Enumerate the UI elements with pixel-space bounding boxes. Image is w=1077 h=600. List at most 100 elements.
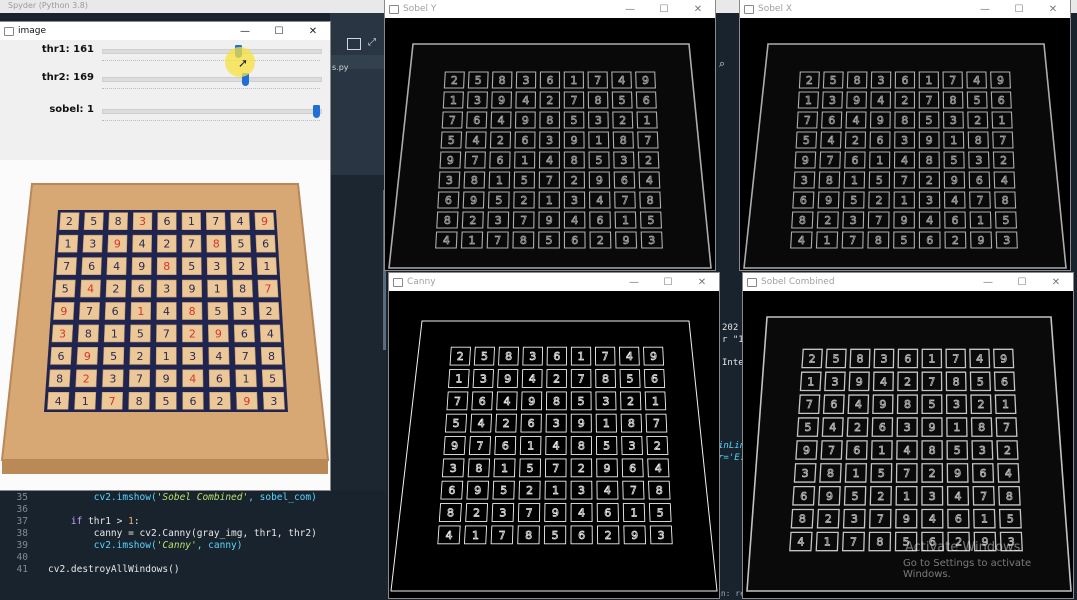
digit-edge: 1 [469, 234, 476, 247]
activate-windows-subtitle: Go to Settings to activate Windows. [903, 558, 1032, 580]
sudoku-digit: 4 [267, 327, 274, 340]
digit-edge: 2 [497, 134, 504, 147]
digit-edge: 4 [472, 134, 479, 147]
digit-edge: 3 [629, 440, 636, 453]
trackbar-ticks [102, 120, 320, 123]
close-button[interactable]: ✕ [1036, 0, 1070, 18]
close-button[interactable]: ✕ [685, 273, 719, 291]
digit-edge: 8 [471, 174, 478, 187]
trackbar-track[interactable] [102, 77, 322, 82]
sobel-y-window-titlebar[interactable]: Sobel Y — ☐ ✕ [385, 0, 715, 18]
sudoku-digit: 6 [163, 215, 170, 228]
digit-edge: 1 [652, 395, 659, 408]
close-button[interactable]: ✕ [1039, 273, 1073, 291]
digit-edge: 7 [901, 174, 908, 187]
maximize-button[interactable]: ☐ [1005, 273, 1039, 291]
trackbar-thumb[interactable] [313, 105, 320, 118]
digit-edge: 2 [877, 490, 884, 503]
spyder-layout-icon[interactable] [347, 38, 361, 50]
console-search-icon[interactable]: ⌕ [719, 57, 725, 71]
digit-edge: 2 [578, 462, 585, 475]
trackbar-ticks [102, 60, 320, 63]
digit-edge: 1 [578, 350, 585, 363]
sudoku-digit: 9 [243, 395, 250, 408]
digit-edge: 7 [804, 114, 811, 127]
digit-edge: 3 [495, 214, 502, 227]
digit-edge: 9 [578, 417, 585, 430]
digit-edge: 6 [621, 174, 628, 187]
sudoku-digit: 8 [56, 372, 63, 385]
spyder-fullscreen-icon[interactable]: ⤢ [368, 37, 379, 48]
canny-window-titlebar[interactable]: Canny — ☐ ✕ [389, 273, 719, 291]
digit-edge: 9 [929, 421, 936, 434]
digit-edge: 3 [648, 234, 655, 247]
minimize-button[interactable]: — [968, 0, 1002, 18]
image-window-titlebar[interactable]: image — ☐ ✕ [0, 22, 330, 40]
sudoku-digit: 7 [163, 327, 170, 340]
digit-edge: 3 [523, 74, 530, 87]
digit-edge: 8 [904, 398, 911, 411]
digit-edge: 8 [926, 154, 933, 167]
minimize-button[interactable]: — [228, 22, 262, 40]
sudoku-digit: 3 [270, 395, 277, 408]
close-button[interactable]: ✕ [296, 22, 330, 40]
digit-edge: 5 [833, 352, 840, 365]
line-number: 39 [16, 540, 28, 551]
sudoku-digit: 4 [215, 350, 222, 363]
code-editor[interactable]: 35 cv2.imshow('Sobel Combined', sobel_co… [0, 490, 388, 598]
digit-edge: 2 [503, 417, 510, 430]
code-line: 39 cv2.imshow('Canny', canny) [6, 540, 243, 552]
digit-edge: 8 [602, 373, 609, 386]
digit-edge: 1 [455, 373, 462, 386]
sudoku-digit: 1 [214, 283, 221, 296]
digit-edge: 2 [1000, 154, 1007, 167]
sudoku-digit: 1 [163, 350, 170, 363]
minimize-button[interactable]: — [613, 0, 647, 18]
digit-edge: 5 [928, 398, 935, 411]
digit-edge: 1 [977, 214, 984, 227]
digit-edge: 8 [975, 134, 982, 147]
digit-edge: 9 [571, 134, 578, 147]
sobel-combined-window-titlebar[interactable]: Sobel Combined — ☐ ✕ [743, 273, 1073, 291]
sudoku-digit: 7 [63, 260, 70, 273]
digit-edge: 3 [546, 134, 553, 147]
minimize-button[interactable]: — [617, 273, 651, 291]
digit-edge: 4 [929, 513, 936, 526]
digit-edge: 6 [546, 74, 553, 87]
sudoku-digit: 2 [136, 350, 143, 363]
sobel-x-window-titlebar[interactable]: Sobel X — ☐ ✕ [740, 0, 1070, 18]
sudoku-digit: 4 [55, 395, 62, 408]
digit-edge: 5 [803, 134, 810, 147]
maximize-button[interactable]: ☐ [647, 0, 681, 18]
sudoku-digit: 8 [115, 215, 122, 228]
digit-edge: 5 [571, 114, 578, 127]
spyder-file-tab[interactable]: s.py [330, 55, 385, 72]
minimize-button[interactable]: — [971, 273, 1005, 291]
sudoku-digit: 8 [213, 238, 220, 251]
sudoku-digit: 3 [189, 350, 196, 363]
window-title: Sobel X [758, 4, 792, 14]
trackbar-track[interactable] [102, 49, 322, 54]
digit-edge: 9 [451, 440, 458, 453]
code-line: 38 canny = cv2.Canny(gray_img, thr1, thr… [6, 528, 317, 540]
trackbar-track[interactable] [102, 109, 322, 114]
sudoku-digit: 1 [243, 372, 250, 385]
sobel-x-output-image: 2 5 8 3 6 1 7 4 9 1 3 9 4 2 7 8 5 6 7 6 4 9 8 5 3 2 1 5 4 2 6 3 9 1 8 7 9 7 6 1… [740, 18, 1070, 270]
digit-edge: 3 [829, 94, 836, 107]
digit-edge: 4 [853, 114, 860, 127]
trackbar-ticks [102, 88, 320, 91]
maximize-button[interactable]: ☐ [262, 22, 296, 40]
sudoku-digit: 1 [263, 260, 270, 273]
sudoku-digit: 9 [261, 215, 268, 228]
digit-edge: 2 [806, 74, 813, 87]
maximize-button[interactable]: ☐ [1002, 0, 1036, 18]
digit-edge: 9 [623, 234, 630, 247]
digit-edge: 9 [853, 94, 860, 107]
maximize-button[interactable]: ☐ [651, 273, 685, 291]
close-button[interactable]: ✕ [681, 0, 715, 18]
digit-edge: 6 [853, 444, 860, 457]
sudoku-digit: 7 [136, 372, 143, 385]
digit-edge: 1 [925, 74, 932, 87]
digit-edge: 4 [926, 214, 933, 227]
digit-edge: 6 [473, 114, 480, 127]
